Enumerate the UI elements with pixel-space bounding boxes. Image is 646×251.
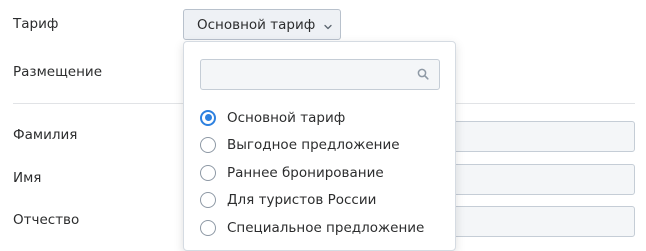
firstname-input[interactable] xyxy=(440,164,635,195)
tariff-dropdown: Основной тариф Выгодное предложение Ранн… xyxy=(183,41,456,251)
firstname-label: Имя xyxy=(13,170,42,186)
tariff-option-label: Раннее бронирование xyxy=(227,164,384,181)
tariff-option[interactable]: Выгодное предложение xyxy=(200,132,424,160)
radio-button[interactable] xyxy=(200,164,216,181)
tariff-options-list: Основной тариф Выгодное предложение Ранн… xyxy=(200,104,424,242)
tariff-option-label: Специальное предложение xyxy=(227,219,425,236)
radio-button[interactable] xyxy=(200,109,216,126)
radio-button[interactable] xyxy=(200,192,216,209)
tariff-option[interactable]: Раннее бронирование xyxy=(200,159,424,187)
lastname-input[interactable] xyxy=(440,121,635,152)
tariff-option[interactable]: Основной тариф xyxy=(200,104,424,132)
search-icon xyxy=(417,68,429,80)
placement-label: Размещение xyxy=(13,64,103,80)
tariff-select-button[interactable]: Основной тариф xyxy=(183,9,341,40)
tariff-label: Тариф xyxy=(13,16,59,32)
tariff-option-label: Основной тариф xyxy=(227,109,346,126)
radio-button[interactable] xyxy=(200,219,216,236)
tariff-option-label: Выгодное предложение xyxy=(227,137,400,154)
tariff-option[interactable]: Для туристов России xyxy=(200,187,424,215)
tariff-option-label: Для туристов России xyxy=(227,192,377,209)
tariff-select-value: Основной тариф xyxy=(197,16,316,33)
dropdown-search-input[interactable] xyxy=(200,59,440,90)
radio-button[interactable] xyxy=(200,137,216,154)
tariff-option[interactable]: Специальное предложение xyxy=(200,214,424,242)
chevron-down-icon xyxy=(323,20,333,30)
lastname-label: Фамилия xyxy=(13,127,78,143)
patronymic-input[interactable] xyxy=(440,206,635,237)
patronymic-label: Отчество xyxy=(13,212,80,228)
